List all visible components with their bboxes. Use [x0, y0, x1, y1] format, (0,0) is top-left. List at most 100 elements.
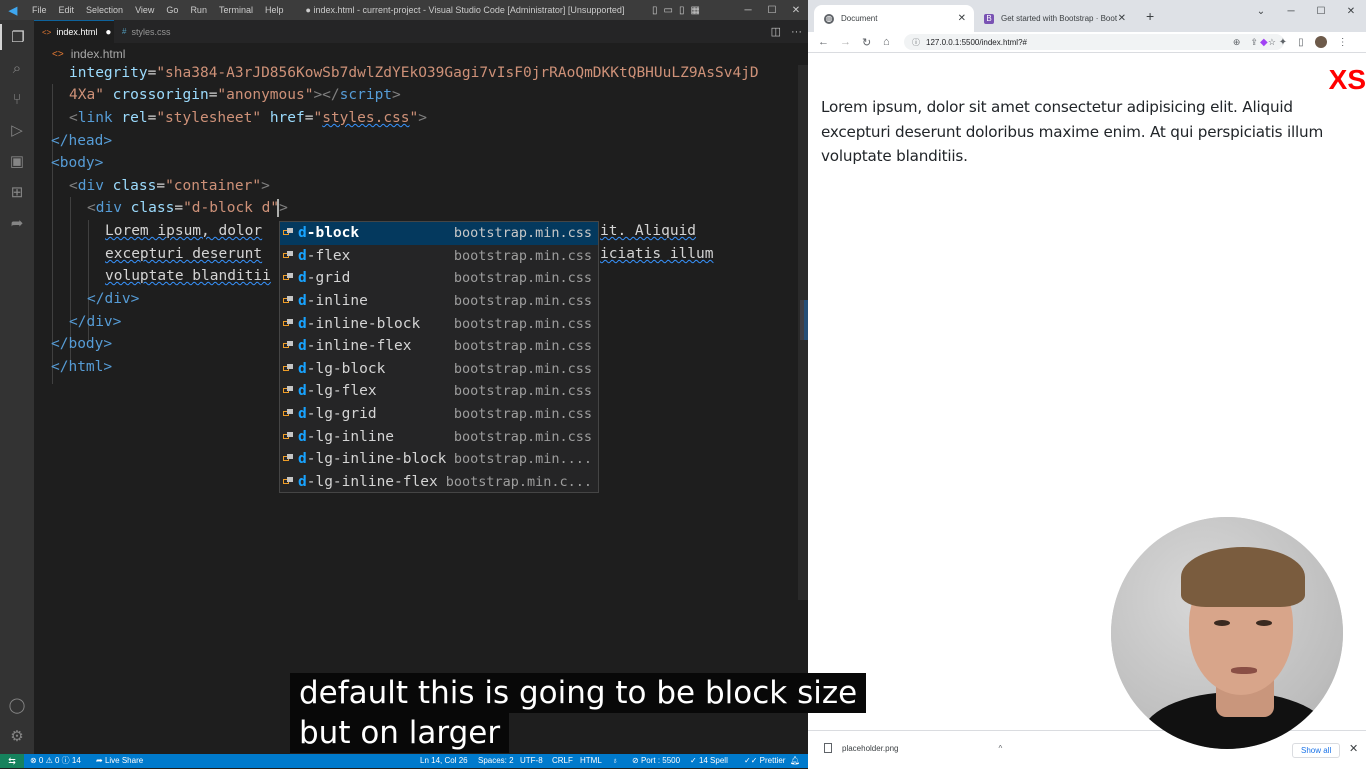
address-bar[interactable]: ⓘ 127.0.0.1:5500/index.html?# ⊕ ⇪ ☆ [904, 34, 1284, 50]
browser-tabstrip: ◍ Document ✕ B Get started with Bootstra… [808, 0, 1366, 32]
suggestion-item[interactable]: d-lg-inline bootstrap.min.css [280, 425, 598, 448]
menu-help[interactable]: Help [259, 0, 290, 20]
suggestion-item[interactable]: d-lg-inline-flex bootstrap.min.c... [280, 471, 598, 494]
remote-explorer-icon[interactable]: ▣ [0, 148, 34, 174]
class-symbol-icon [283, 386, 293, 396]
class-symbol-icon [283, 409, 293, 419]
chevron-up-icon[interactable]: ^ [999, 744, 1003, 753]
browser-tab-document[interactable]: ◍ Document ✕ [814, 5, 974, 32]
suggestion-item[interactable]: d-lg-inline-block bootstrap.min.... [280, 448, 598, 471]
prettier-status[interactable]: ✓✓ Prettier [744, 754, 785, 768]
side-panel-icon[interactable]: ▯ [1298, 37, 1304, 48]
minimize-icon[interactable]: ─ [736, 5, 760, 16]
toggle-sidebar-icon[interactable]: ▯ [652, 5, 658, 16]
suggestion-item[interactable]: d-lg-grid bootstrap.min.css [280, 403, 598, 426]
tab-index-html[interactable]: <> index.html ● [34, 20, 114, 43]
menu-edit[interactable]: Edit [53, 0, 81, 20]
language-mode[interactable]: HTML [580, 754, 602, 768]
notifications-bell-icon[interactable]: 🔔︎ [790, 754, 800, 768]
menu-terminal[interactable]: Terminal [213, 0, 259, 20]
kebab-menu-icon[interactable]: ⋮ [1338, 37, 1348, 48]
more-actions-icon[interactable]: ··· [791, 26, 802, 38]
live-share-button[interactable]: ➦ Live Share [96, 754, 143, 768]
presenter-hair [1181, 547, 1305, 607]
caption-line-1: default this is going to be block size [290, 673, 867, 713]
suggestion-item[interactable]: d-inline-block bootstrap.min.css [280, 312, 598, 335]
split-editor-icon[interactable]: ◫ [771, 25, 781, 38]
code-line: integrity="sha384-A3rJD856KowSb7dwlZdYEk… [69, 65, 759, 81]
menu-file[interactable]: File [26, 0, 53, 20]
caption-line-2: but on larger [290, 713, 510, 753]
page-paragraph: Lorem ipsum, dolor sit amet consectetur … [821, 98, 1324, 165]
new-tab-icon[interactable]: + [1146, 8, 1154, 24]
code-line: </html> [51, 359, 113, 375]
suggestion-item[interactable]: d-inline bootstrap.min.css [280, 290, 598, 313]
vscode-window: ◀ File Edit Selection View Go Run Termin… [0, 0, 808, 768]
home-icon[interactable]: ⌂ [883, 32, 890, 52]
remote-indicator-icon[interactable]: ⇆ [0, 754, 24, 768]
customize-layout-icon[interactable]: ▦ [690, 5, 699, 16]
url-text: 127.0.0.1:5500/index.html?# [926, 37, 1027, 47]
site-info-icon[interactable]: ⓘ [912, 37, 920, 48]
code-line: Lorem ipsum, dolor [105, 223, 263, 239]
live-server-port[interactable]: ⊘ Port : 5500 [632, 754, 680, 768]
extension-icon[interactable]: ◆ [1260, 37, 1268, 48]
indentation[interactable]: Spaces: 2 [478, 754, 514, 768]
live-share-icon[interactable]: ➦ [0, 210, 34, 236]
menu-run[interactable]: Run [184, 0, 213, 20]
menu-selection[interactable]: Selection [80, 0, 129, 20]
settings-gear-icon[interactable]: ⚙ [0, 723, 34, 749]
profile-avatar[interactable] [1314, 36, 1327, 48]
cursor-position[interactable]: Ln 14, Col 26 [420, 754, 468, 768]
toggle-secondary-sidebar-icon[interactable]: ▯ [679, 5, 685, 16]
bracket-pair-icon[interactable]: ♁ [612, 754, 618, 768]
browser-tab-bootstrap[interactable]: B Get started with Bootstrap · Boot ✕ [974, 5, 1134, 32]
menu-go[interactable]: Go [160, 0, 184, 20]
suggestion-item[interactable]: d-block bootstrap.min.css [280, 222, 598, 245]
chevron-down-icon[interactable]: ⌄ [1246, 6, 1276, 17]
unsaved-dot-icon[interactable]: ● [105, 27, 111, 38]
forward-icon[interactable]: → [840, 32, 851, 52]
line-ending[interactable]: CRLF [552, 754, 573, 768]
reload-icon[interactable]: ↻ [862, 32, 871, 52]
encoding[interactable]: UTF-8 [520, 754, 543, 768]
spell-checker[interactable]: ✓ 14 Spell [690, 754, 728, 768]
vscode-logo-icon: ◀ [8, 4, 18, 17]
spell-check-icon: ✓ [690, 756, 699, 765]
zoom-icon[interactable]: ⊕ [1233, 37, 1241, 48]
code-line: iciatis illum [600, 246, 714, 262]
close-tab-icon[interactable]: ✕ [958, 13, 966, 24]
account-icon[interactable]: ◯ [0, 692, 34, 718]
toggle-panel-icon[interactable]: ▭ [664, 5, 673, 16]
class-symbol-icon [283, 476, 293, 487]
activity-bar: ❐ ⌕ ⑂ ▷ ▣ ⊞ ➦ ◯ ⚙ [0, 20, 34, 754]
problems-indicator[interactable]: ⊗ 0 ⚠ 0 ⓘ 14 [30, 754, 81, 768]
suggestion-item[interactable]: d-flex bootstrap.min.css [280, 245, 598, 268]
suggestion-item[interactable]: d-grid bootstrap.min.css [280, 267, 598, 290]
extensions-icon[interactable]: ⊞ [0, 179, 34, 205]
menu-view[interactable]: View [129, 0, 160, 20]
code-line: it. Aliquid [600, 223, 697, 239]
search-icon[interactable]: ⌕ [0, 55, 34, 81]
close-icon[interactable]: ✕ [1336, 6, 1366, 17]
close-icon[interactable]: ✕ [784, 5, 808, 16]
maximize-icon[interactable]: ☐ [1306, 6, 1336, 17]
explorer-icon[interactable]: ❐ [0, 24, 34, 50]
share-icon[interactable]: ⇪ [1250, 37, 1258, 48]
download-item[interactable]: placeholder.png ^ [824, 743, 1002, 753]
suggestion-item[interactable]: d-lg-flex bootstrap.min.css [280, 380, 598, 403]
minimize-icon[interactable]: ─ [1276, 6, 1306, 17]
source-control-icon[interactable]: ⑂ [0, 86, 34, 112]
run-debug-icon[interactable]: ▷ [0, 117, 34, 143]
breadcrumb-file[interactable]: index.html [71, 47, 126, 61]
extensions-puzzle-icon[interactable]: ✦ [1279, 37, 1287, 48]
maximize-icon[interactable]: ☐ [760, 5, 784, 16]
double-check-icon: ✓✓ [744, 756, 760, 765]
suggestion-item[interactable]: d-lg-block bootstrap.min.css [280, 358, 598, 381]
close-tab-icon[interactable]: ✕ [1118, 13, 1126, 24]
close-shelf-icon[interactable]: ✕ [1349, 742, 1358, 755]
suggestion-item[interactable]: d-inline-flex bootstrap.min.css [280, 335, 598, 358]
back-icon[interactable]: ← [818, 32, 829, 52]
tab-styles-css[interactable]: # styles.css [114, 20, 194, 43]
editor-tabs: <> index.html ● # styles.css ◫ ··· [34, 20, 808, 43]
